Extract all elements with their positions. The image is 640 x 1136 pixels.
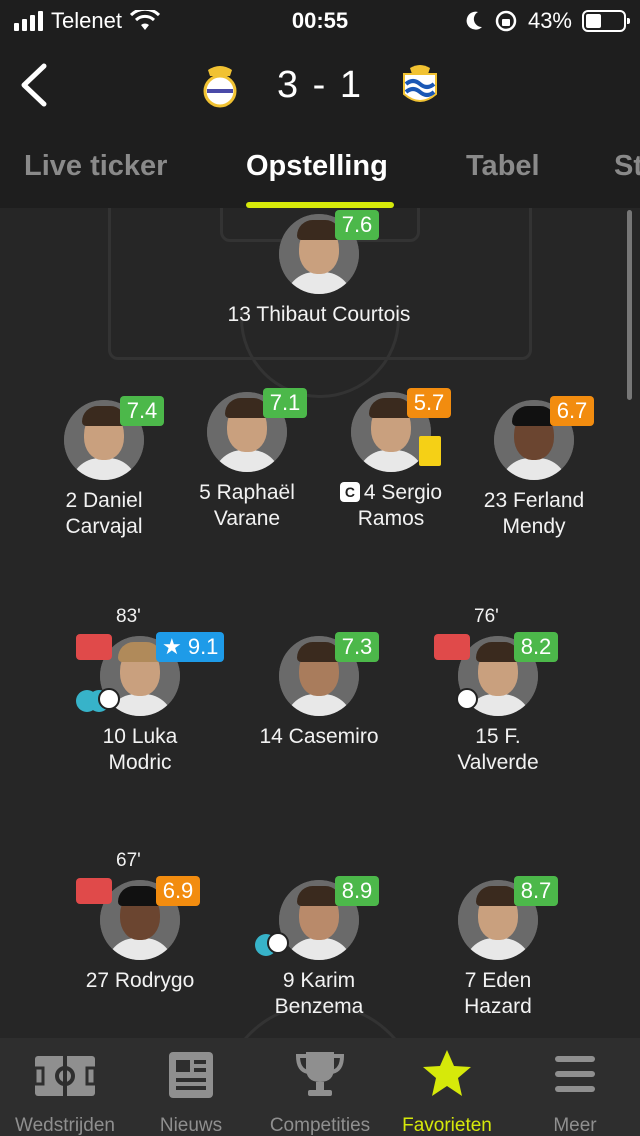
rating-badge: ★ 9.1 bbox=[156, 632, 225, 662]
goal-ball-icon bbox=[267, 932, 289, 954]
news-icon bbox=[169, 1052, 213, 1098]
player-name: 7 Eden Hazard bbox=[464, 969, 532, 1018]
player-name: 27 Rodrygo bbox=[85, 969, 195, 992]
sub-minute: 83' bbox=[116, 606, 141, 627]
captain-badge: C bbox=[339, 482, 360, 502]
avatar: 7.6 bbox=[279, 210, 379, 294]
tab-tabel[interactable]: Tabel bbox=[466, 150, 540, 183]
avatar: 8.7 bbox=[458, 876, 558, 960]
goal-ball-icon bbox=[456, 688, 478, 710]
rating-badge: 6.7 bbox=[550, 396, 594, 426]
nav-wedstrijden[interactable]: Wedstrijden bbox=[0, 1048, 130, 1136]
rating-badge: 8.7 bbox=[514, 876, 558, 906]
nav-meer[interactable]: Meer bbox=[510, 1048, 640, 1136]
pitch-icon bbox=[33, 1056, 97, 1096]
nav-label: Nieuws bbox=[159, 1115, 223, 1136]
nav-competities[interactable]: Competities bbox=[255, 1048, 385, 1136]
star-icon bbox=[423, 1050, 471, 1096]
nav-label: Competities bbox=[269, 1115, 371, 1136]
rating-badge: 7.3 bbox=[335, 632, 379, 662]
player-mendy[interactable]: 6.7 23 Ferland Mendy bbox=[434, 396, 634, 540]
goal-ball-icon bbox=[98, 688, 120, 710]
player-courtois[interactable]: 7.6 13 Thibaut Courtois bbox=[219, 210, 419, 328]
status-right: 43% bbox=[464, 8, 630, 34]
avatar: 6.7 bbox=[494, 396, 594, 480]
rating-badge: 8.9 bbox=[335, 876, 379, 906]
orientation-lock-icon bbox=[495, 10, 517, 32]
avatar: 7.4 bbox=[64, 396, 164, 480]
bottom-nav: Wedstrijden Nieuws Competities Favoriete… bbox=[0, 1038, 640, 1136]
match-score: 3 - 1 bbox=[276, 64, 364, 106]
player-name: 13 Thibaut Courtois bbox=[227, 303, 411, 326]
battery-icon bbox=[582, 10, 630, 32]
tab-opstelling[interactable]: Opstelling bbox=[246, 150, 388, 183]
rating-badge: 8.2 bbox=[514, 632, 558, 662]
player-name: 14 Casemiro bbox=[259, 725, 379, 748]
player-hazard[interactable]: 8.7 7 Eden Hazard bbox=[398, 876, 598, 1020]
player-name: 4 Sergio Ramos bbox=[357, 481, 443, 530]
sub-minute: 67' bbox=[116, 850, 141, 871]
rating-badge: 6.9 bbox=[156, 876, 200, 906]
sub-out-icon bbox=[434, 634, 470, 660]
tab-st[interactable]: St bbox=[614, 150, 640, 183]
player-rodrygo[interactable]: 6.9 67' 27 Rodrygo bbox=[40, 850, 240, 994]
player-name: 23 Ferland Mendy bbox=[483, 489, 585, 538]
real-sociedad-crest-icon[interactable] bbox=[400, 64, 440, 108]
avatar: 6.9 67' bbox=[76, 850, 200, 960]
moon-icon bbox=[466, 11, 482, 30]
nav-favorieten[interactable]: Favorieten bbox=[382, 1048, 512, 1136]
nav-label: Wedstrijden bbox=[15, 1115, 115, 1136]
player-name: 15 F. Valverde bbox=[457, 725, 539, 774]
player-valverde[interactable]: 8.2 76' 15 F. Valverde bbox=[398, 606, 598, 776]
nav-nieuws[interactable]: Nieuws bbox=[126, 1048, 256, 1136]
sub-minute: 76' bbox=[474, 606, 499, 627]
nav-label: Favorieten bbox=[402, 1115, 492, 1136]
tab-live-ticker[interactable]: Live ticker bbox=[24, 150, 167, 183]
avatar: ★ 9.1 83' bbox=[76, 606, 225, 716]
tab-bar: Live ticker Opstelling Tabel St bbox=[0, 130, 640, 208]
player-casemiro[interactable]: 7.3 14 Casemiro bbox=[219, 632, 419, 750]
avatar: 8.9 bbox=[255, 876, 379, 960]
match-header: 3 - 1 bbox=[0, 40, 640, 130]
avatar: 8.2 76' bbox=[434, 606, 558, 716]
rating-badge: 7.6 bbox=[335, 210, 379, 240]
lineup-pitch[interactable]: 7.6 13 Thibaut Courtois 7.4 2 Daniel Car… bbox=[0, 208, 640, 1038]
player-name: 9 Karim Benzema bbox=[274, 969, 364, 1018]
nav-label: Meer bbox=[553, 1115, 597, 1136]
battery-percent: 43% bbox=[527, 8, 572, 33]
player-benzema[interactable]: 8.9 9 Karim Benzema bbox=[219, 876, 419, 1020]
player-name: 10 Luka Modric bbox=[102, 725, 178, 774]
sub-out-icon bbox=[76, 634, 112, 660]
sub-out-icon bbox=[76, 878, 112, 904]
avatar: 7.3 bbox=[279, 632, 379, 716]
player-modric[interactable]: ★ 9.1 83' 10 Luka Modric bbox=[40, 606, 240, 776]
avatar: 5.7 bbox=[351, 388, 451, 472]
avatar: 7.1 bbox=[207, 388, 307, 472]
scrollbar[interactable] bbox=[627, 210, 632, 400]
trophy-icon bbox=[295, 1052, 345, 1096]
status-bar: Telenet 00:55 43% bbox=[0, 0, 640, 40]
menu-icon bbox=[555, 1056, 595, 1092]
